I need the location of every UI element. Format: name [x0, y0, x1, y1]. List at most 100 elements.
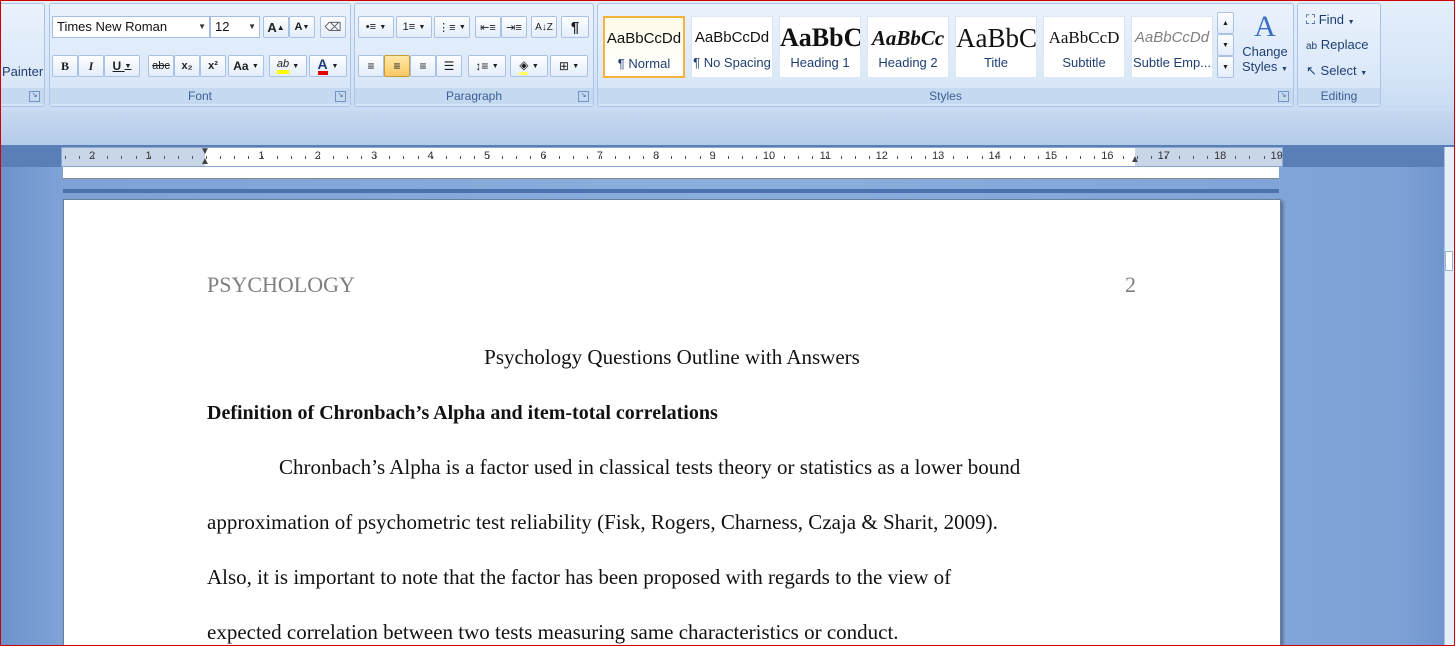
font-group: Times New Roman ▼ 12 ▼ A ▲ A ▼ ⌫ B I U ▼ a… — [49, 3, 351, 107]
style-subtle-emphasis[interactable]: AaBbCcDd Subtle Emp... — [1131, 16, 1213, 78]
bullets-button[interactable]: •≡ ▼ — [358, 16, 394, 38]
ruler-tick — [896, 156, 898, 159]
find-button[interactable]: ⛶ Find ▼ — [1306, 12, 1355, 28]
multilevel-list-icon: ⋮≡ — [438, 21, 456, 34]
bold-button[interactable]: B — [52, 55, 78, 77]
running-header: PSYCHOLOGY — [207, 272, 355, 297]
left-indent-marker-icon[interactable]: ▲ — [200, 156, 210, 167]
ruler-label: 10 — [762, 150, 776, 162]
grow-font-button[interactable]: A ▲ — [263, 16, 289, 38]
align-left-icon: ≡ — [367, 59, 375, 73]
ruler-tick — [755, 156, 757, 159]
clipboard-launcher-icon[interactable]: ↘ — [29, 91, 40, 102]
change-styles-button[interactable]: A Change Styles ▼ — [1238, 10, 1292, 90]
ruler-tick — [318, 156, 320, 159]
subscript-button[interactable]: x₂ — [174, 55, 200, 77]
italic-button[interactable]: I — [78, 55, 104, 77]
page-number: 2 — [1125, 272, 1136, 297]
align-right-icon: ≡ — [419, 59, 427, 73]
font-name-combo[interactable]: Times New Roman ▼ — [52, 16, 210, 38]
show-formatting-button[interactable]: ¶ — [561, 16, 589, 38]
paragraph-line-1: Chronbach’s Alpha is a factor used in cl… — [279, 455, 1021, 479]
ruler-tick — [1122, 156, 1124, 159]
styles-launcher-icon[interactable]: ↘ — [1278, 91, 1289, 102]
paint-bucket-icon: ◈ — [519, 58, 529, 75]
chevron-down-icon[interactable]: ▼ — [1217, 34, 1234, 56]
ruler-tick — [149, 156, 151, 159]
styles-gallery-scroller: ▲ ▼ ▼ — [1217, 12, 1234, 78]
font-launcher-icon[interactable]: ↘ — [335, 91, 346, 102]
ruler-tick — [403, 156, 405, 159]
ruler-tick — [798, 156, 800, 159]
ruler-tick — [234, 156, 236, 159]
ruler-tick — [290, 156, 292, 159]
ruler-tick — [473, 156, 475, 159]
ruler-label: 3 — [371, 150, 378, 162]
font-color-button[interactable]: A ▼ — [309, 55, 347, 77]
ruler-tick — [685, 156, 687, 159]
style-normal[interactable]: AaBbCcDd ¶ Normal — [603, 16, 685, 78]
ruler-tick — [953, 156, 955, 159]
clear-formatting-button[interactable]: ⌫ — [320, 16, 346, 38]
ruler-tick — [1164, 156, 1166, 159]
ruler-tick — [1066, 156, 1068, 159]
ruler-tick — [600, 156, 602, 159]
style-heading-1[interactable]: AaBbC Heading 1 — [779, 16, 861, 78]
strikethrough-button[interactable]: abc — [148, 55, 174, 77]
change-case-button[interactable]: Aa ▼ — [228, 55, 264, 77]
ruler-label: 14 — [988, 150, 1001, 162]
numbering-button[interactable]: 1≡ ▼ — [396, 16, 432, 38]
align-center-button[interactable]: ≡ — [384, 55, 410, 77]
multilevel-list-button[interactable]: ⋮≡ ▼ — [434, 16, 470, 38]
decrease-indent-button[interactable]: ⇤≡ — [475, 16, 501, 38]
font-size-combo[interactable]: 12 ▼ — [210, 16, 260, 38]
align-left-button[interactable]: ≡ — [358, 55, 384, 77]
select-button[interactable]: ↖ Select ▼ — [1306, 63, 1367, 79]
replace-button[interactable]: ab Replace — [1306, 37, 1368, 52]
ruler-tick — [1080, 156, 1082, 159]
shading-button[interactable]: ◈ ▼ — [510, 55, 548, 77]
ruler-tick — [459, 156, 461, 159]
ruler-tick — [332, 156, 334, 159]
shrink-font-button[interactable]: A ▼ — [289, 16, 315, 38]
cursor-icon: ↖ — [1306, 63, 1317, 78]
more-styles-icon[interactable]: ▼ — [1217, 56, 1234, 78]
superscript-button[interactable]: x² — [200, 55, 226, 77]
sort-button[interactable]: A↓Z — [531, 16, 557, 38]
ruler-tick — [1094, 156, 1096, 159]
ruler-tick — [304, 156, 306, 159]
style-heading-2[interactable]: AaBbCc Heading 2 — [867, 16, 949, 78]
word-window: Painter ↘ Times New Roman ▼ 12 ▼ A ▲ A ▼ ⌫… — [0, 0, 1455, 646]
line-spacing-button[interactable]: ↕≡ ▼ — [468, 55, 506, 77]
style-title[interactable]: AaBbC Title — [955, 16, 1037, 78]
ruler-label: 6 — [540, 150, 547, 162]
ruler-tick — [713, 156, 715, 159]
scrollbar-thumb[interactable] — [1445, 251, 1453, 271]
ruler-tick — [572, 156, 574, 159]
increase-indent-button[interactable]: ⇥≡ — [501, 16, 527, 38]
borders-button[interactable]: ⊞ ▼ — [550, 55, 588, 77]
align-right-button[interactable]: ≡ — [410, 55, 436, 77]
justify-button[interactable]: ☰ — [436, 55, 462, 77]
document-page[interactable]: PSYCHOLOGY 2 Psychology Questions Outlin… — [63, 199, 1281, 645]
ruler-label: 19 — [1270, 150, 1283, 162]
ruler-tick — [1037, 156, 1039, 159]
highlight-button[interactable]: ab ▼ — [269, 55, 307, 77]
section-heading: Definition of Chronbach’s Alpha and item… — [207, 402, 718, 424]
ruler-tick — [770, 156, 771, 159]
right-indent-marker-icon[interactable]: ▲ — [1130, 154, 1140, 165]
page-separator — [63, 189, 1279, 193]
ruler-tick — [911, 156, 912, 159]
horizontal-ruler[interactable]: 2 1 1 2 3 4 5 6 7 8 9 10 11 12 13 14 15 16 17 18 19 ▼ ▲ ▲ — [61, 146, 1283, 167]
chevron-up-icon[interactable]: ▲ — [1217, 12, 1234, 34]
format-painter-button[interactable]: Painter — [2, 64, 43, 79]
vertical-scrollbar[interactable] — [1444, 147, 1454, 645]
ruler-tick — [614, 156, 616, 159]
underline-button[interactable]: U ▼ — [104, 55, 140, 77]
ruler-tick — [868, 156, 870, 159]
paragraph-launcher-icon[interactable]: ↘ — [578, 91, 589, 102]
style-no-spacing[interactable]: AaBbCcDd ¶ No Spacing — [691, 16, 773, 78]
style-subtitle[interactable]: AaBbCcD Subtitle — [1043, 16, 1125, 78]
change-styles-icon: A — [1254, 10, 1276, 43]
ruler-label: 11 — [819, 150, 832, 162]
